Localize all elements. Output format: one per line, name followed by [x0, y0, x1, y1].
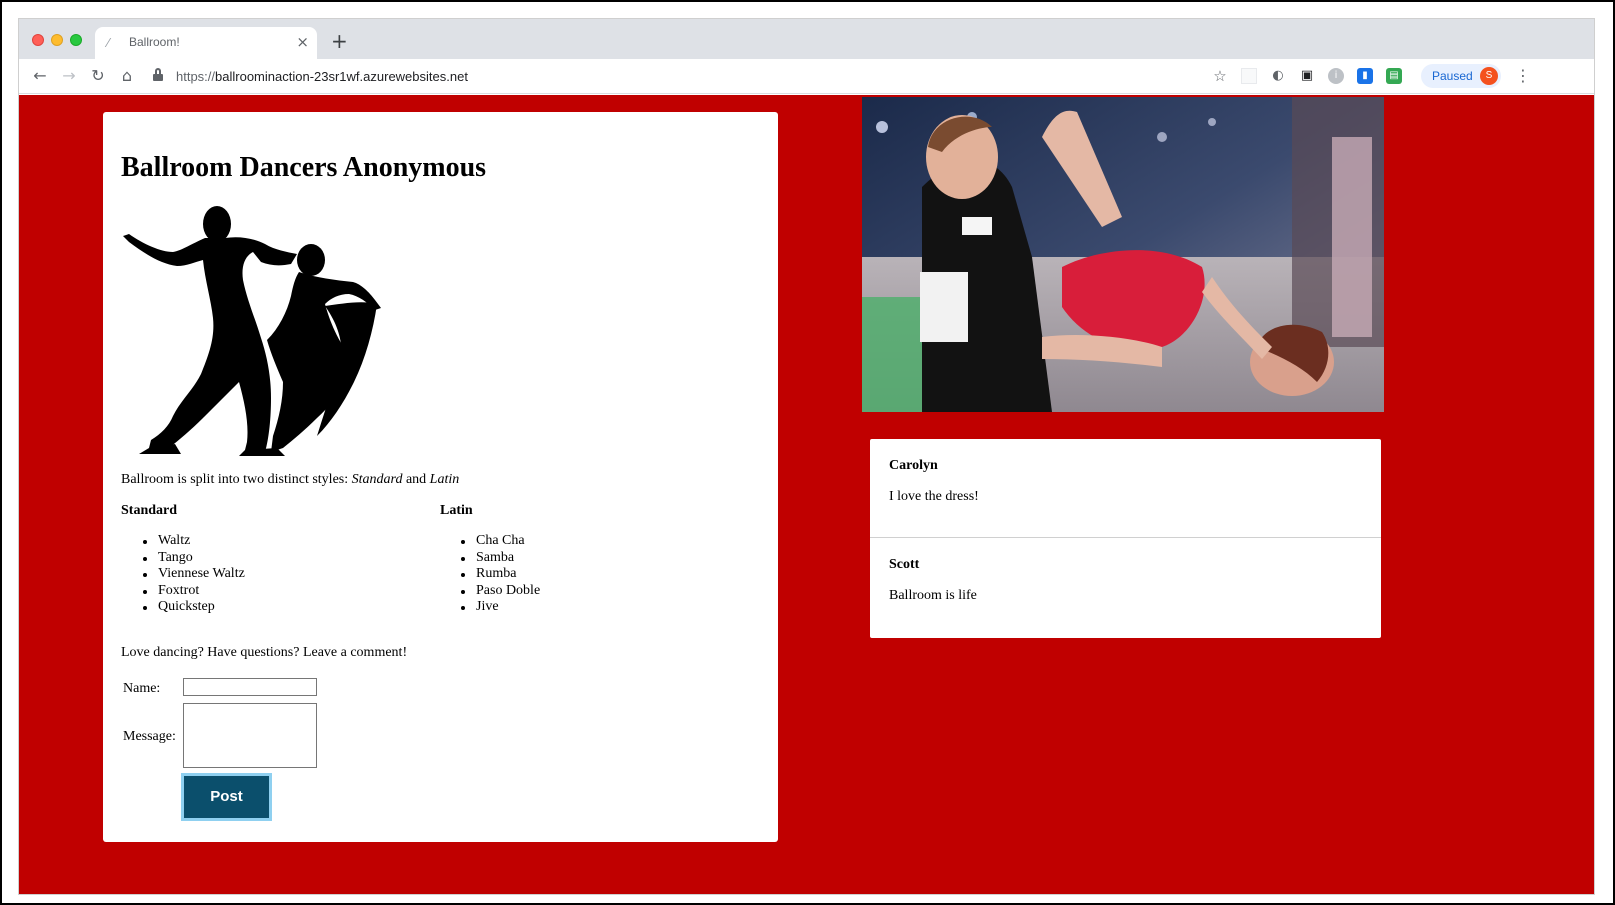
- list-item: Waltz: [143, 533, 245, 550]
- intro-and: and: [405, 472, 427, 487]
- tab-close-icon[interactable]: ×: [296, 33, 309, 51]
- extension-grid-icon[interactable]: ▣: [1299, 68, 1315, 84]
- back-arrow-icon[interactable]: ←: [29, 65, 51, 87]
- list-item: Cha Cha: [461, 533, 540, 550]
- ballroom-couple-photo: [862, 97, 1384, 412]
- list-item: Tango: [143, 550, 245, 567]
- comment-text: I love the dress!: [889, 489, 979, 504]
- profile-status: Paused: [1432, 69, 1473, 83]
- latin-heading: Latin: [440, 503, 473, 518]
- standard-heading: Standard: [121, 503, 178, 518]
- list-item: Rumba: [461, 566, 540, 583]
- page-viewport: Ballroom Dancers Anonymous Ballroom is s…: [19, 95, 1594, 894]
- tab-ballroom[interactable]: ⁄ Ballroom! ×: [95, 27, 317, 59]
- forward-arrow-icon[interactable]: →: [58, 65, 80, 87]
- post-button[interactable]: Post: [181, 773, 272, 821]
- avatar: S: [1480, 67, 1498, 85]
- browser-window: ⁄ Ballroom! × + ← → ↻ ⌂ https://ballroom…: [18, 18, 1595, 895]
- message-field[interactable]: [183, 703, 317, 768]
- star-icon[interactable]: ☆: [1212, 68, 1228, 84]
- list-item: Samba: [461, 550, 540, 567]
- tab-favicon-icon: ⁄: [107, 36, 110, 50]
- dancers-silhouette-image: [123, 206, 381, 456]
- extension-blank-icon[interactable]: [1241, 68, 1257, 84]
- page-title: Ballroom Dancers Anonymous: [121, 152, 487, 183]
- list-item: Foxtrot: [143, 583, 245, 600]
- comments-panel: Carolyn I love the dress! Scott Ballroom…: [870, 439, 1381, 638]
- screenshot-frame: ⁄ Ballroom! × + ← → ↻ ⌂ https://ballroom…: [0, 0, 1615, 905]
- browser-toolbar: ← → ↻ ⌂ https://ballroominaction-23sr1wf…: [19, 59, 1594, 94]
- maximize-window-button[interactable]: [70, 34, 82, 46]
- tab-strip: ⁄ Ballroom! × +: [19, 19, 1594, 59]
- latin-dance-list: Cha Cha Samba Rumba Paso Doble Jive: [461, 533, 540, 616]
- extension-green-icon[interactable]: ▤: [1386, 68, 1402, 84]
- lock-icon[interactable]: [153, 68, 163, 82]
- reload-icon[interactable]: ↻: [87, 65, 109, 87]
- main-content-card: Ballroom Dancers Anonymous Ballroom is s…: [103, 112, 778, 842]
- kebab-menu-icon[interactable]: ⋮: [1515, 66, 1531, 85]
- extension-circle-icon[interactable]: ◐: [1270, 68, 1286, 84]
- extension-blue-icon[interactable]: ▮: [1357, 68, 1373, 84]
- intro-style-standard: Standard: [351, 472, 403, 487]
- close-window-button[interactable]: [32, 34, 44, 46]
- intro-style-latin: Latin: [429, 472, 460, 487]
- address-bar[interactable]: https://ballroominaction-23sr1wf.azurewe…: [176, 69, 468, 84]
- styles-intro: Ballroom is split into two distinct styl…: [121, 472, 459, 488]
- list-item: Jive: [461, 599, 540, 616]
- tab-title: Ballroom!: [129, 35, 180, 49]
- name-label: Name:: [123, 681, 161, 696]
- intro-text: Ballroom is split into two distinct styl…: [121, 472, 349, 487]
- profile-button[interactable]: Paused S: [1421, 64, 1501, 88]
- new-tab-button[interactable]: +: [331, 31, 348, 51]
- name-field[interactable]: [183, 678, 317, 696]
- list-item: Viennese Waltz: [143, 566, 245, 583]
- url-host: ballroominaction-23sr1wf.azurewebsites.n…: [215, 69, 468, 84]
- comment-text: Ballroom is life: [889, 588, 977, 603]
- comment-invite: Love dancing? Have questions? Leave a co…: [121, 645, 408, 660]
- list-item: Quickstep: [143, 599, 245, 616]
- comment-author: Scott: [889, 557, 920, 572]
- comment-item: Scott Ballroom is life: [870, 538, 1381, 637]
- list-item: Paso Doble: [461, 583, 540, 600]
- comment-author: Carolyn: [889, 458, 938, 473]
- extension-info-icon[interactable]: i: [1328, 68, 1344, 84]
- minimize-window-button[interactable]: [51, 34, 63, 46]
- home-icon[interactable]: ⌂: [116, 65, 138, 87]
- standard-dance-list: Waltz Tango Viennese Waltz Foxtrot Quick…: [143, 533, 245, 616]
- comment-item: Carolyn I love the dress!: [870, 439, 1381, 538]
- url-scheme: https://: [176, 69, 216, 84]
- message-label: Message:: [123, 729, 176, 744]
